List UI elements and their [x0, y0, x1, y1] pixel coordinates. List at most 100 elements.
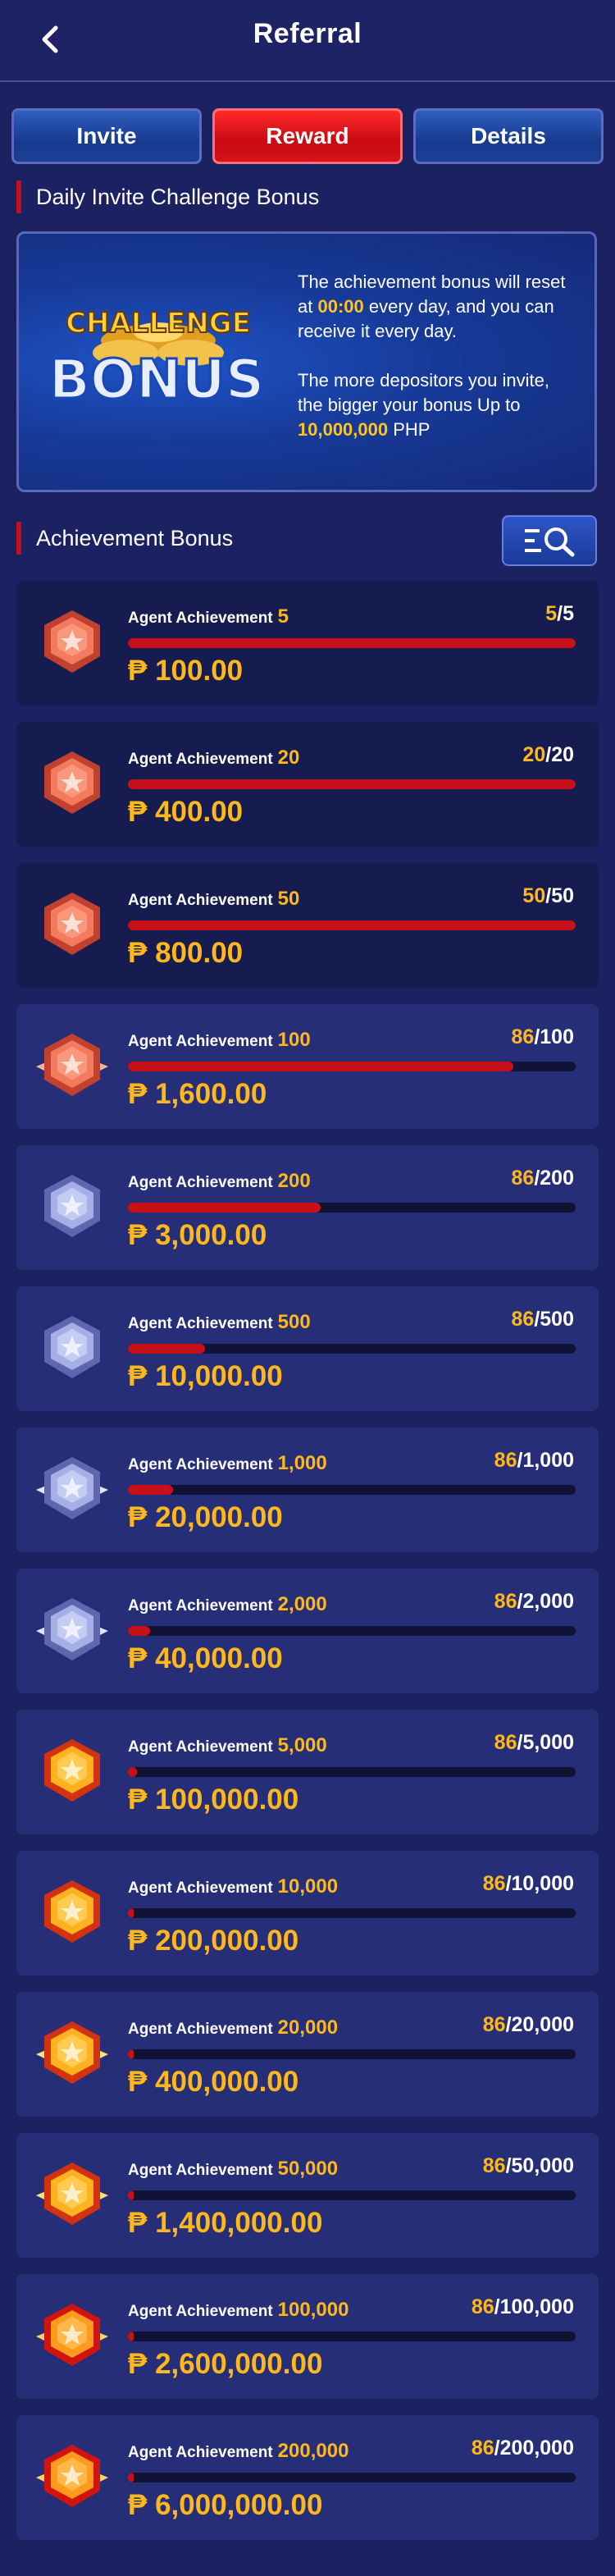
- reward-amount: ₱ 20,000.00: [128, 1501, 283, 1533]
- daily-section-header: Daily Invite Challenge Bonus: [16, 180, 319, 213]
- achievement-label-text: Agent Achievement: [128, 1315, 273, 1332]
- achievement-card[interactable]: Agent Achievement 5,000 86/5,000 ₱ 100,000.…: [16, 1710, 599, 1834]
- achievement-label-text: Agent Achievement: [128, 2021, 273, 2038]
- achievement-label-text: Agent Achievement: [128, 2162, 273, 2179]
- achievement-card[interactable]: Agent Achievement 100 86/100 ₱ 1,600.00: [16, 1004, 599, 1129]
- achievement-label-text: Agent Achievement: [128, 1456, 273, 1473]
- reset-info: The achievement bonus will reset at 00:0…: [298, 270, 576, 344]
- achievement-heading: Achievement Bonus: [36, 525, 234, 550]
- achievement-badge-icon: [44, 1880, 100, 1943]
- progress-current: 86: [471, 2295, 494, 2318]
- achievement-card[interactable]: Agent Achievement 5 5/5 ₱ 100.00: [16, 581, 599, 706]
- achievement-card[interactable]: Agent Achievement 20,000 86/20,000 ₱ 400,00…: [16, 1992, 599, 2117]
- progress-bar: [128, 2473, 576, 2482]
- filter-button[interactable]: [502, 515, 597, 566]
- progress-total: 20,000: [511, 2013, 574, 2036]
- progress-total: 20: [551, 743, 574, 766]
- reward-amount: ₱ 100,000.00: [128, 1784, 299, 1816]
- progress-total: 10,000: [511, 1872, 574, 1895]
- progress-current: 86: [494, 1449, 517, 1472]
- progress-current: 86: [494, 1731, 517, 1754]
- progress-bar-fill: [128, 1485, 173, 1495]
- progress-bar: [128, 779, 576, 789]
- achievement-label: Agent Achievement 50,000: [128, 2158, 338, 2181]
- achievement-target: 50,000: [277, 2158, 339, 2180]
- reward-amount: ₱ 3,000.00: [128, 1219, 267, 1251]
- achievement-card[interactable]: Agent Achievement 50,000 86/50,000 ₱ 1,400,…: [16, 2133, 599, 2258]
- tab-details[interactable]: Details: [413, 108, 604, 164]
- progress-bar-fill: [128, 920, 576, 930]
- progress-separator: /: [505, 1872, 512, 1895]
- progress-total: 100,000: [499, 2295, 574, 2318]
- section-accent-bar: [16, 180, 21, 213]
- achievement-progress-text: 86/500: [512, 1308, 574, 1331]
- progress-current: 5: [545, 602, 558, 625]
- reward-amount: ₱ 6,000,000.00: [128, 2489, 323, 2521]
- achievement-progress-text: 86/100,000: [472, 2295, 574, 2319]
- achievement-card[interactable]: Agent Achievement 10,000 86/10,000 ₱ 200,00…: [16, 1851, 599, 1975]
- reward-amount: ₱ 40,000.00: [128, 1642, 283, 1674]
- progress-bar: [128, 1062, 576, 1071]
- achievement-target: 2,000: [277, 1593, 327, 1615]
- achievement-card[interactable]: Agent Achievement 2,000 86/2,000 ₱ 40,000.0…: [16, 1569, 599, 1693]
- achievement-badge-icon: [36, 2304, 108, 2366]
- progress-bar: [128, 638, 576, 648]
- reward-amount: ₱ 1,400,000.00: [128, 2207, 323, 2239]
- tab-bar: Invite Reward Details: [11, 108, 604, 167]
- progress-total: 5: [563, 602, 574, 625]
- progress-total: 200: [540, 1167, 574, 1190]
- progress-current: 20: [522, 743, 546, 766]
- bonus-text-a: The more depositors you invite, the bigg…: [298, 370, 549, 415]
- achievement-badge-icon: [36, 1034, 108, 1096]
- reward-amount: ₱ 2,600,000.00: [128, 2348, 323, 2380]
- achievement-label-text: Agent Achievement: [128, 1879, 273, 1897]
- progress-bar: [128, 1767, 576, 1777]
- bonus-currency: PHP: [388, 419, 430, 440]
- progress-bar-fill: [128, 1626, 151, 1636]
- achievement-label-text: Agent Achievement: [128, 1597, 273, 1615]
- progress-current: 86: [482, 2013, 506, 2036]
- achievement-target: 100,000: [277, 2299, 349, 2321]
- progress-current: 86: [511, 1167, 535, 1190]
- reward-amount: ₱ 200,000.00: [128, 1925, 299, 1957]
- achievement-label-text: Agent Achievement: [128, 2444, 273, 2461]
- page-title: Referral: [253, 18, 362, 49]
- achievement-card[interactable]: Agent Achievement 500 86/500 ₱ 10,000.00: [16, 1286, 599, 1411]
- achievement-progress-text: 86/5,000: [494, 1731, 574, 1755]
- reward-amount: ₱ 1,600.00: [128, 1078, 267, 1110]
- achievement-progress-text: 86/2,000: [494, 1590, 574, 1614]
- achievement-label: Agent Achievement 20,000: [128, 2016, 338, 2039]
- achievement-card[interactable]: Agent Achievement 200,000 86/200,000 ₱ 6,00…: [16, 2415, 599, 2540]
- progress-separator: /: [494, 2437, 500, 2460]
- achievement-card[interactable]: Agent Achievement 1,000 86/1,000 ₱ 20,000.0…: [16, 1427, 599, 1552]
- progress-bar: [128, 2332, 576, 2341]
- progress-current: 86: [511, 1308, 535, 1331]
- daily-heading: Daily Invite Challenge Bonus: [36, 184, 320, 209]
- challenge-bonus-banner: CHALLENGE BONUS The achievement bonus wi…: [16, 231, 597, 492]
- tab-reward[interactable]: Reward: [212, 108, 403, 164]
- achievement-badge-icon: [44, 751, 100, 814]
- progress-current: 86: [511, 1025, 535, 1048]
- achievement-target: 200,000: [277, 2440, 349, 2462]
- achievement-card[interactable]: Agent Achievement 50 50/50 ₱ 800.00: [16, 863, 599, 988]
- progress-bar-fill: [128, 2190, 134, 2200]
- progress-total: 500: [540, 1308, 574, 1331]
- achievement-badge-icon: [44, 610, 100, 673]
- achievement-label: Agent Achievement 2,000: [128, 1593, 327, 1616]
- achievement-card[interactable]: Agent Achievement 100,000 86/100,000 ₱ 2,60…: [16, 2274, 599, 2399]
- achievement-progress-text: 86/20,000: [483, 2013, 574, 2037]
- achievement-badge-icon: [36, 1457, 108, 1519]
- achievement-progress-text: 86/1,000: [494, 1449, 574, 1473]
- achievement-card[interactable]: Agent Achievement 200 86/200 ₱ 3,000.00: [16, 1145, 599, 1270]
- progress-bar: [128, 1203, 576, 1213]
- tab-invite[interactable]: Invite: [11, 108, 202, 164]
- achievement-progress-text: 86/100: [512, 1025, 574, 1049]
- achievement-badge-icon: [44, 1175, 100, 1237]
- achievement-label-text: Agent Achievement: [128, 1033, 273, 1050]
- progress-bar-fill: [128, 2473, 134, 2482]
- progress-current: 86: [471, 2437, 494, 2460]
- achievement-card[interactable]: Agent Achievement 20 20/20 ₱ 400.00: [16, 722, 599, 847]
- progress-total: 200,000: [499, 2437, 574, 2460]
- achievement-progress-text: 20/20: [522, 743, 574, 767]
- progress-bar: [128, 1908, 576, 1918]
